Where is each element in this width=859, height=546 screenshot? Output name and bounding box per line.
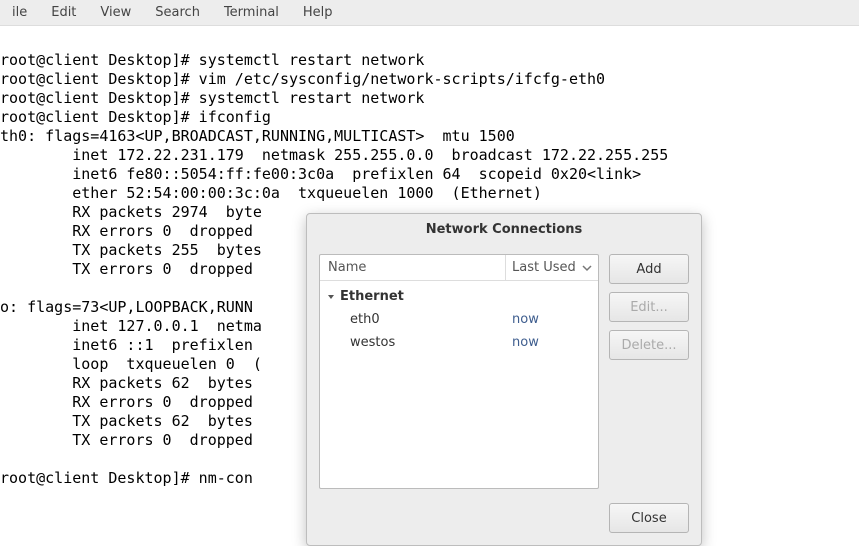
list-header: Name Last Used — [320, 255, 598, 281]
menu-view[interactable]: View — [88, 5, 143, 20]
terminal-line: root@client Desktop]# systemctl restart … — [0, 51, 424, 69]
terminal-line: o: flags=73<UP,LOOPBACK,RUNN — [0, 298, 253, 316]
chevron-down-icon — [582, 263, 592, 273]
menu-terminal[interactable]: Terminal — [212, 5, 291, 20]
column-name-header[interactable]: Name — [320, 255, 506, 280]
column-last-used-header[interactable]: Last Used — [506, 255, 598, 280]
connection-last-used: now — [506, 335, 598, 350]
terminal-line: TX packets 255 bytes — [0, 241, 262, 259]
connection-row-westos[interactable]: westos now — [320, 331, 598, 354]
network-connections-dialog: Network Connections Name Last Used Ether… — [306, 213, 702, 546]
terminal-line: root@client Desktop]# nm-con — [0, 469, 253, 487]
add-button[interactable]: Add — [609, 254, 689, 284]
terminal-line: inet 127.0.0.1 netma — [0, 317, 262, 335]
terminal-line: RX errors 0 dropped — [0, 222, 262, 240]
terminal-line: inet 172.22.231.179 netmask 255.255.0.0 … — [0, 146, 668, 164]
terminal-line: TX errors 0 dropped — [0, 431, 262, 449]
terminal-line: RX packets 62 bytes — [0, 374, 262, 392]
dialog-body: Name Last Used Ethernet eth0 now westos … — [307, 244, 701, 495]
menu-file[interactable]: ile — [0, 5, 39, 20]
dialog-footer: Close — [307, 495, 701, 545]
delete-button: Delete... — [609, 330, 689, 360]
close-button[interactable]: Close — [609, 503, 689, 533]
terminal-line: root@client Desktop]# vim /etc/sysconfig… — [0, 70, 605, 88]
terminal-line: ether 52:54:00:00:3c:0a txqueuelen 1000 … — [0, 184, 542, 202]
group-ethernet[interactable]: Ethernet — [320, 285, 598, 308]
connection-last-used: now — [506, 312, 598, 327]
chevron-down-icon — [326, 292, 336, 302]
button-column: Add Edit... Delete... — [609, 254, 689, 489]
terminal-line: inet6 ::1 prefixlen — [0, 336, 262, 354]
dialog-title: Network Connections — [307, 214, 701, 244]
terminal-line: root@client Desktop]# ifconfig — [0, 108, 271, 126]
terminal-line: RX packets 2974 byte — [0, 203, 262, 221]
list-content: Ethernet eth0 now westos now — [320, 281, 598, 358]
terminal-line: loop txqueuelen 0 ( — [0, 355, 262, 373]
terminal-line: th0: flags=4163<UP,BROADCAST,RUNNING,MUL… — [0, 127, 515, 145]
connection-name: westos — [320, 335, 506, 350]
group-label: Ethernet — [340, 289, 404, 304]
connection-name: eth0 — [320, 312, 506, 327]
connection-row-eth0[interactable]: eth0 now — [320, 308, 598, 331]
menu-help[interactable]: Help — [291, 5, 345, 20]
menu-search[interactable]: Search — [143, 5, 212, 20]
menubar: ile Edit View Search Terminal Help — [0, 0, 859, 26]
terminal-line: inet6 fe80::5054:ff:fe00:3c0a prefixlen … — [0, 165, 641, 183]
terminal-line: TX packets 62 bytes — [0, 412, 262, 430]
edit-button: Edit... — [609, 292, 689, 322]
terminal-line: RX errors 0 dropped — [0, 393, 262, 411]
connections-list[interactable]: Name Last Used Ethernet eth0 now westos … — [319, 254, 599, 489]
column-last-used-label: Last Used — [512, 260, 576, 275]
menu-edit[interactable]: Edit — [39, 5, 88, 20]
terminal-line: root@client Desktop]# systemctl restart … — [0, 89, 424, 107]
